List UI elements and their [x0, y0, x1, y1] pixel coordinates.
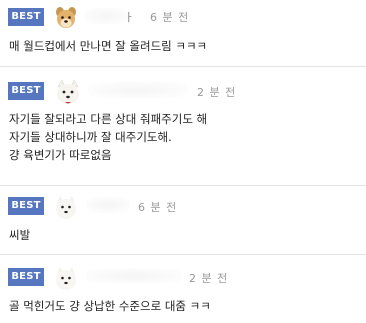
comment-line: 자기들 잘되라고 다른 상대 줘패주기도 해 [9, 112, 208, 126]
comment-line: 씨발 [9, 228, 31, 242]
white-dog-avatar[interactable] [52, 193, 80, 221]
best-badge: BEST [8, 82, 44, 100]
nickname-blurred [86, 197, 130, 213]
nickname-blurred [86, 268, 182, 284]
comment-time: 6 분 전 [138, 201, 178, 214]
best-badge: BEST [8, 197, 44, 215]
comment-item: BEST 2 분 전 골 먹힌거도 걍 상납한 수준으로 대줌 ㅋㅋ [0, 255, 366, 323]
comment-text: 골 먹힌거도 걍 상납한 수준으로 대줌 ㅋㅋ [9, 297, 211, 315]
comment-item: BEST 2 분 전 자기들 잘되라고 다른 상대 줘패주기도 해 자기들 상대… [0, 67, 366, 185]
comment-time: 2 분 전 [189, 272, 229, 285]
best-badge: BEST [8, 268, 44, 286]
comment-text: 매 월드컵에서 만나면 잘 올려드림 ㅋㅋㅋ [9, 37, 207, 55]
comment-line: 골 먹힌거도 걍 상납한 수준으로 대줌 ㅋㅋ [9, 299, 211, 313]
comment-text: 씨발 [9, 226, 30, 244]
nickname-blurred [84, 8, 128, 24]
nickname-blurred [88, 82, 188, 98]
comment-item: BEST ㅏ 6 분 전 매 월드컵에서 만나면 잘 올려드림 ㅋㅋㅋ [0, 0, 366, 66]
shiba-puppy-avatar[interactable] [52, 4, 80, 32]
comment-time: 2 분 전 [197, 86, 237, 99]
comment-text: 자기들 잘되라고 다른 상대 줘패주기도 해 자기들 상대하니까 잘 대주기도해… [9, 110, 207, 164]
comment-line: 매 월드컵에서 만나면 잘 올려드림 ㅋㅋㅋ [9, 39, 208, 53]
comment-line: 걍 육변기가 따로없음 [9, 148, 112, 162]
comment-item: BEST 6 분 전 씨발 [0, 186, 366, 254]
nickname-fragment: ㅏ [124, 11, 136, 24]
comment-time: 6 분 전 [150, 11, 190, 24]
comment-line: 자기들 상대하니까 잘 대주기도해. [9, 130, 172, 144]
white-dog-avatar[interactable] [52, 264, 80, 292]
white-dog-avatar[interactable] [54, 78, 82, 106]
best-badge: BEST [8, 8, 44, 26]
